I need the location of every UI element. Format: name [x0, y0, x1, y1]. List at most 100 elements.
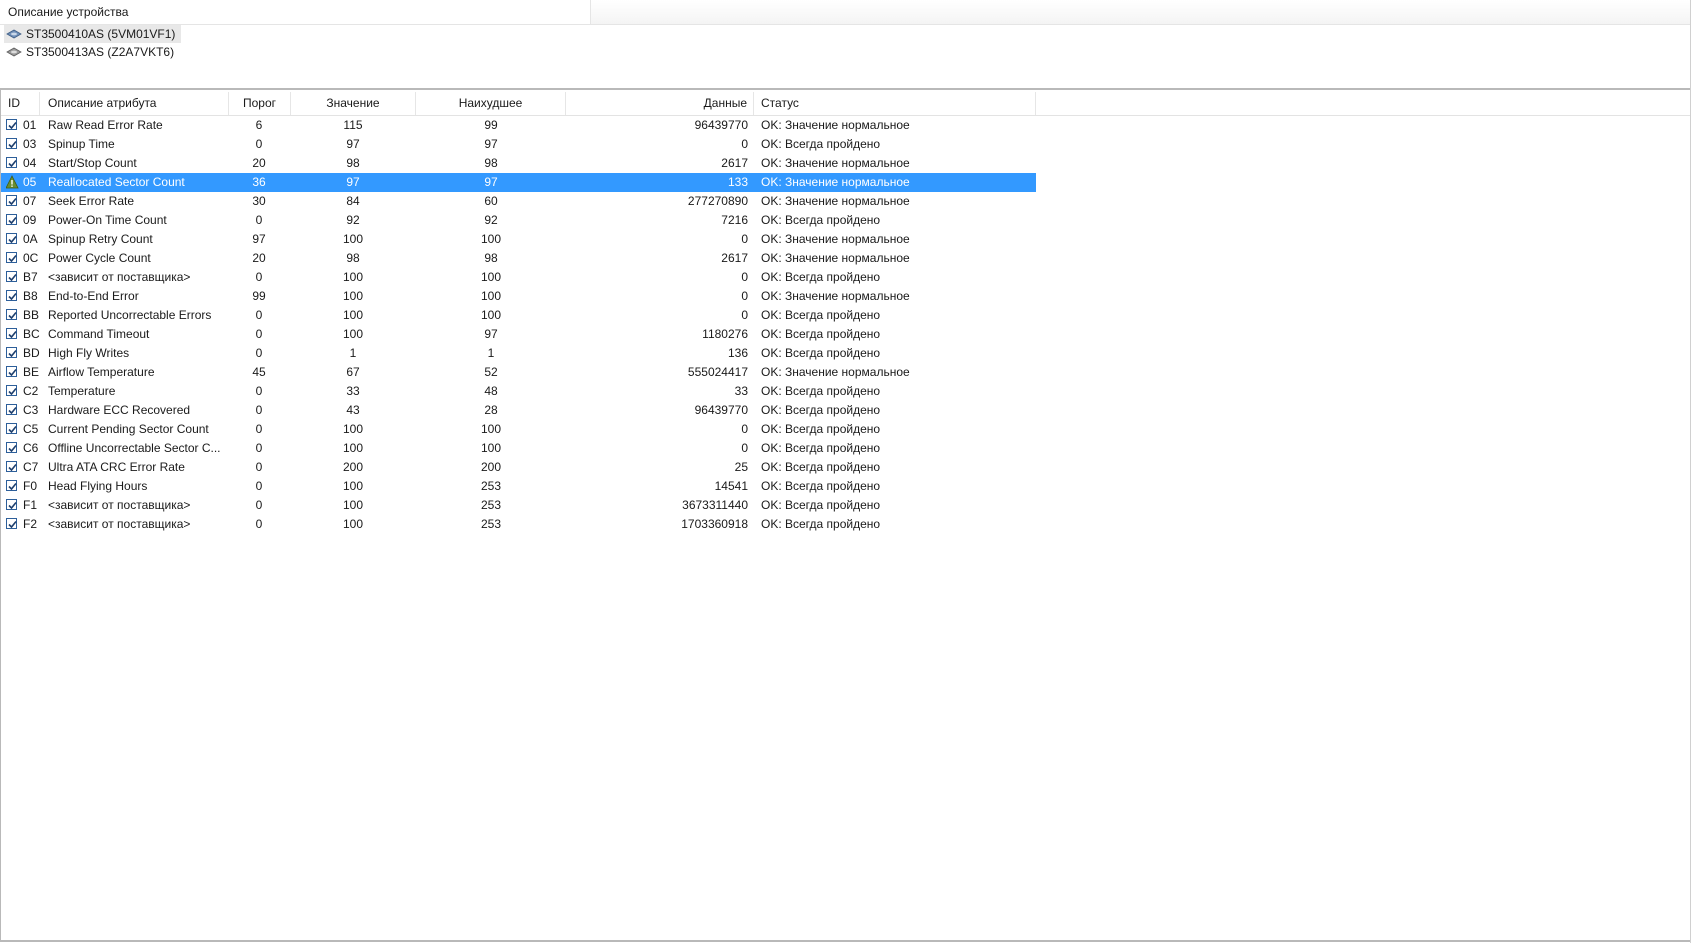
attribute-value: 1 [349, 346, 357, 360]
attribute-raw-data: 0 [741, 137, 748, 151]
attribute-name: <зависит от поставщика> [48, 498, 191, 512]
attribute-raw-data: 136 [727, 346, 748, 360]
table-row[interactable]: 09 Power-On Time Count 0 92 92 7216 OK: Всегда… [0, 211, 1036, 230]
column-header-id[interactable]: ID [0, 92, 40, 115]
attribute-name: Spinup Time [48, 137, 115, 151]
attribute-threshold: 0 [255, 213, 263, 227]
attribute-worst: 97 [484, 137, 498, 151]
attribute-id: 01 [23, 118, 37, 132]
attribute-worst: 200 [480, 460, 502, 474]
attribute-name: Temperature [48, 384, 116, 398]
checkbox-checked-icon[interactable] [6, 154, 20, 173]
attribute-threshold: 6 [255, 118, 263, 132]
checkbox-checked-icon[interactable] [6, 515, 20, 534]
table-row[interactable]: 0C Power Cycle Count 20 98 98 2617 OK: Значени… [0, 249, 1036, 268]
checkbox-checked-icon[interactable] [6, 135, 20, 154]
table-row[interactable]: BB Reported Uncorrectable Errors 0 100 100 0 O… [0, 306, 1036, 325]
checkbox-checked-icon[interactable] [6, 363, 20, 382]
table-row[interactable]: BD High Fly Writes 0 1 1 136 OK: Всегда пройде… [0, 344, 1036, 363]
device-column-header[interactable]: Описание устройства [8, 5, 128, 19]
checkbox-checked-icon[interactable] [6, 401, 20, 420]
header-filler [1036, 92, 1691, 115]
attribute-id: B7 [23, 270, 38, 284]
attribute-status: OK: Значение нормальное [761, 118, 910, 132]
attribute-id: BE [23, 365, 40, 379]
attribute-value: 100 [342, 422, 364, 436]
attribute-id: C7 [23, 460, 39, 474]
checkbox-checked-icon[interactable] [6, 249, 20, 268]
table-row[interactable]: F1 <зависит от поставщика> 0 100 253 36733114… [0, 496, 1036, 515]
table-row[interactable]: F2 <зависит от поставщика> 0 100 253 17033609… [0, 515, 1036, 534]
attribute-threshold: 0 [255, 308, 263, 322]
table-row[interactable]: 07 Seek Error Rate 30 84 60 277270890 OK: Знач… [0, 192, 1036, 211]
column-header-worst[interactable]: Наихудшее [416, 92, 566, 115]
attribute-threshold: 0 [255, 441, 263, 455]
attribute-name: Ultra ATA CRC Error Rate [48, 460, 185, 474]
attribute-raw-data: 2617 [721, 156, 748, 170]
table-row[interactable]: 04 Start/Stop Count 20 98 98 2617 OK: Значение… [0, 154, 1036, 173]
attribute-status: OK: Значение нормальное [761, 156, 910, 170]
checkbox-checked-icon[interactable] [6, 192, 20, 211]
table-row[interactable]: C6 Offline Uncorrectable Sector C... 0 100 1… [0, 439, 1036, 458]
table-row[interactable]: B7 <зависит от поставщика> 0 100 100 0 OK: Все… [0, 268, 1036, 287]
table-row[interactable]: BE Airflow Temperature 45 67 52 555024417 OK: … [0, 363, 1036, 382]
checkbox-checked-icon[interactable] [6, 382, 20, 401]
attribute-value: 100 [342, 232, 364, 246]
table-row[interactable]: 05 Reallocated Sector Count 36 97 97 133 OK: З… [0, 173, 1036, 192]
attribute-worst: 92 [484, 213, 498, 227]
table-row[interactable]: BC Command Timeout 0 100 97 1180276 OK: Всегда… [0, 325, 1036, 344]
checkbox-checked-icon[interactable] [6, 458, 20, 477]
attribute-raw-data: 0 [741, 270, 748, 284]
table-row[interactable]: B8 End-to-End Error 99 100 100 0 OK: Значение … [0, 287, 1036, 306]
device-item-2[interactable]: ST3500413AS (Z2A7VKT6) [4, 43, 180, 61]
attribute-id: F1 [23, 498, 38, 512]
attribute-value: 200 [342, 460, 364, 474]
checkbox-checked-icon[interactable] [6, 439, 20, 458]
device-item-1[interactable]: ST3500410AS (5VM01VF1) [4, 25, 182, 43]
attribute-raw-data: 0 [741, 308, 748, 322]
column-header-status[interactable]: Статус [754, 92, 1036, 115]
checkbox-checked-icon[interactable] [6, 420, 20, 439]
attribute-status: OK: Значение нормальное [761, 175, 910, 189]
attribute-id: 0A [23, 232, 38, 246]
attribute-threshold: 0 [255, 460, 263, 474]
attribute-value: 97 [346, 137, 360, 151]
attribute-value: 100 [342, 308, 364, 322]
attribute-value: 100 [342, 441, 364, 455]
attribute-table-header: ID Описание атрибута Порог Значение Наих… [0, 92, 1691, 116]
attribute-name: Power Cycle Count [48, 251, 151, 265]
checkbox-checked-icon[interactable] [6, 116, 20, 135]
attribute-name: Spinup Retry Count [48, 232, 153, 246]
checkbox-checked-icon[interactable] [6, 344, 20, 363]
attribute-status: OK: Всегда пройдено [761, 403, 881, 417]
attribute-id: BD [23, 346, 40, 360]
attribute-id: C5 [23, 422, 39, 436]
checkbox-checked-icon[interactable] [6, 306, 20, 325]
checkbox-checked-icon[interactable] [6, 325, 20, 344]
column-header-threshold[interactable]: Порог [229, 92, 291, 115]
table-row[interactable]: C5 Current Pending Sector Count 0 100 100 0 OK… [0, 420, 1036, 439]
attribute-value: 100 [342, 479, 364, 493]
table-row[interactable]: 0A Spinup Retry Count 97 100 100 0 OK: Значени… [0, 230, 1036, 249]
column-header-name[interactable]: Описание атрибута [40, 92, 229, 115]
checkbox-checked-icon[interactable] [6, 268, 20, 287]
attribute-value: 84 [346, 194, 360, 208]
attribute-status: OK: Всегда пройдено [761, 384, 881, 398]
table-row[interactable]: 01 Raw Read Error Rate 6 115 99 96439770 OK: З… [0, 116, 1036, 135]
checkbox-checked-icon[interactable] [6, 211, 20, 230]
column-header-data[interactable]: Данные [566, 92, 754, 115]
attribute-name: End-to-End Error [48, 289, 139, 303]
column-header-value[interactable]: Значение [291, 92, 416, 115]
table-row[interactable]: C7 Ultra ATA CRC Error Rate 0 200 200 25 OK: В… [0, 458, 1036, 477]
checkbox-checked-icon[interactable] [6, 230, 20, 249]
checkbox-checked-icon[interactable] [6, 496, 20, 515]
checkbox-checked-icon[interactable] [6, 287, 20, 306]
attribute-raw-data: 0 [741, 232, 748, 246]
table-row[interactable]: 03 Spinup Time 0 97 97 0 OK: Всегда пройдено [0, 135, 1036, 154]
table-row[interactable]: F0 Head Flying Hours 0 100 253 14541 OK: Всегд… [0, 477, 1036, 496]
attribute-threshold: 20 [252, 251, 266, 265]
attribute-threshold: 0 [255, 270, 263, 284]
table-row[interactable]: C3 Hardware ECC Recovered 0 43 28 96439770 OK:… [0, 401, 1036, 420]
table-row[interactable]: C2 Temperature 0 33 48 33 OK: Всегда пройдено [0, 382, 1036, 401]
checkbox-checked-icon[interactable] [6, 477, 20, 496]
